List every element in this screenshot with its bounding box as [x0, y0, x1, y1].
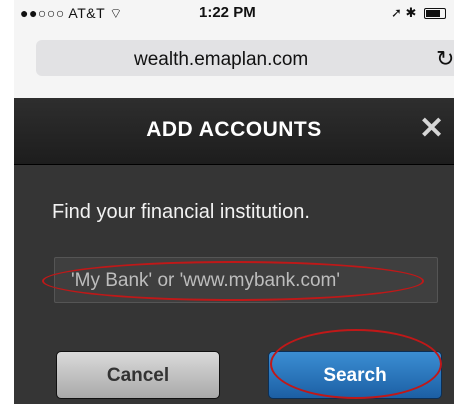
prompt-text: Find your financial institution. — [52, 201, 310, 223]
search-button[interactable]: Search — [268, 351, 442, 399]
carrier-label: ●●○○○ AT&T ⌔ — [20, 5, 123, 21]
battery-level — [426, 10, 440, 18]
close-icon[interactable]: ✕ — [419, 111, 444, 146]
browser-address-bar: wealth.emaplan.com ↻ — [14, 27, 454, 98]
modal-body: Find your financial institution. 'My Ban… — [14, 165, 454, 404]
url-field[interactable]: wealth.emaplan.com ↻ — [36, 40, 454, 76]
modal-title: ADD ACCOUNTS — [146, 118, 322, 141]
bluetooth-icon: ✱ — [405, 5, 417, 20]
phone-screen: ●●○○○ AT&T ⌔ 1:22 PM ➚ ✱ wealth.emaplan.… — [14, 0, 454, 404]
status-icons: ➚ ✱ — [391, 5, 446, 21]
url-text: wealth.emaplan.com — [134, 49, 309, 70]
modal-header: ADD ACCOUNTS ✕ — [14, 98, 454, 165]
status-bar: ●●○○○ AT&T ⌔ 1:22 PM ➚ ✱ — [14, 0, 454, 27]
clock: 1:22 PM — [199, 4, 256, 21]
battery-icon — [424, 8, 446, 20]
location-arrow-icon: ➚ — [390, 5, 402, 20]
wifi-icon: ⌔ — [109, 5, 123, 21]
institution-search-input[interactable]: 'My Bank' or 'www.mybank.com' — [54, 257, 438, 303]
cancel-button[interactable]: Cancel — [56, 351, 220, 399]
reload-icon[interactable]: ↻ — [436, 46, 454, 72]
